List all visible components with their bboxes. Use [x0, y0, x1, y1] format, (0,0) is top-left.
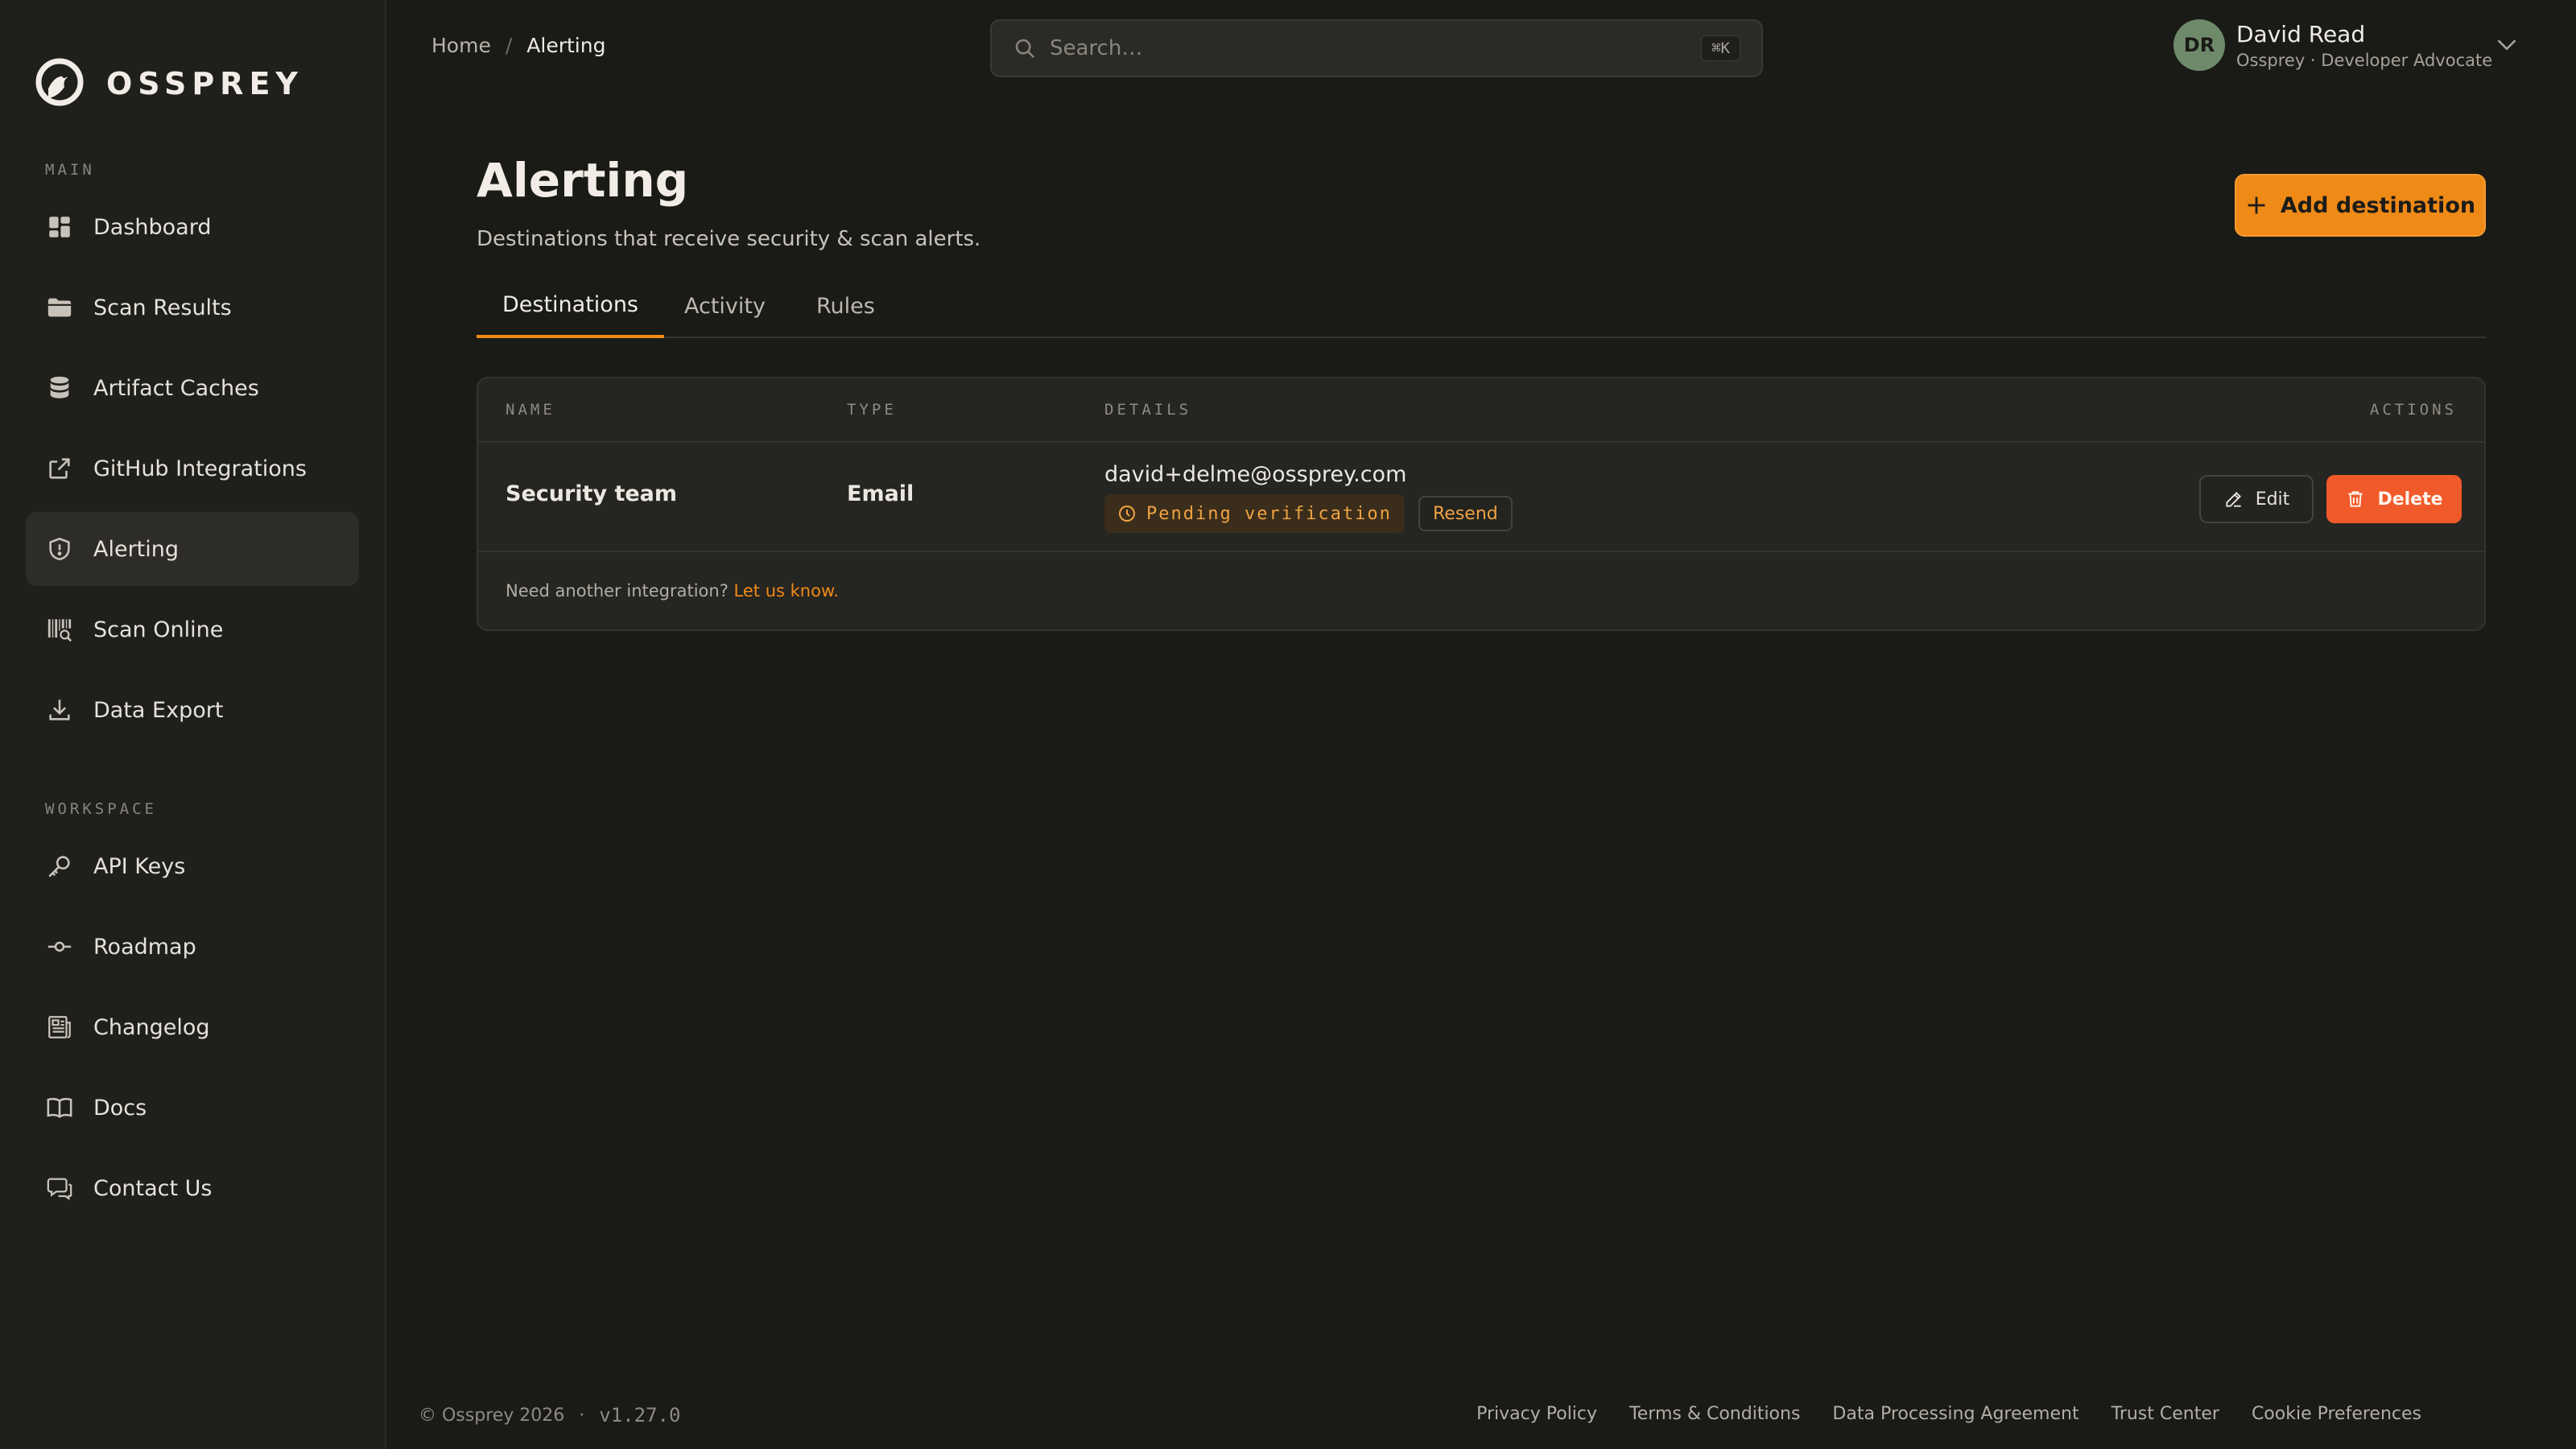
- brand[interactable]: OSSPREY: [32, 56, 303, 111]
- tab-rules[interactable]: Rules: [816, 274, 875, 338]
- footer-link-terms[interactable]: Terms & Conditions: [1629, 1404, 1800, 1424]
- section-label-main: MAIN: [45, 161, 95, 179]
- column-header-details: DETAILS: [1104, 401, 1192, 419]
- sidebar-item-api-keys[interactable]: API Keys: [26, 829, 359, 903]
- column-header-name: NAME: [506, 401, 555, 419]
- shield-icon: [45, 535, 74, 564]
- footer-dot: ·: [579, 1405, 585, 1426]
- footer-link-cookie-preferences[interactable]: Cookie Preferences: [2252, 1404, 2421, 1424]
- user-menu[interactable]: DR David Read Ossprey · Developer Advoca…: [2174, 19, 2516, 71]
- breadcrumb-current: Alerting: [526, 34, 606, 57]
- sidebar-item-changelog[interactable]: Changelog: [26, 990, 359, 1064]
- table-header: NAME TYPE DETAILS ACTIONS: [478, 378, 2484, 443]
- sidebar-item-label: Roadmap: [93, 934, 196, 960]
- sidebar-item-label: Docs: [93, 1095, 147, 1121]
- footer-link-privacy-policy[interactable]: Privacy Policy: [1476, 1404, 1597, 1424]
- external-link-icon: [45, 454, 74, 483]
- add-destination-button[interactable]: Add destination: [2235, 174, 2486, 237]
- sidebar-item-contact-us[interactable]: Contact Us: [26, 1151, 359, 1225]
- breadcrumb: Home / Alerting: [431, 34, 605, 57]
- tab-bar: Destinations Activity Rules: [477, 274, 2486, 338]
- newspaper-icon: [45, 1013, 74, 1042]
- key-icon: [45, 852, 74, 881]
- section-label-workspace: WORKSPACE: [45, 800, 157, 818]
- version-label: v1.27.0: [599, 1404, 681, 1426]
- search-bar[interactable]: ⌘K: [990, 19, 1763, 77]
- column-header-type: TYPE: [847, 401, 897, 419]
- plus-icon: [2248, 196, 2265, 214]
- sidebar-item-dashboard[interactable]: Dashboard: [26, 190, 359, 264]
- edit-button[interactable]: Edit: [2199, 475, 2314, 523]
- page-title: Alerting: [477, 153, 689, 208]
- sidebar-item-label: Alerting: [93, 536, 180, 562]
- brand-name: OSSPREY: [106, 66, 303, 101]
- chat-icon: [45, 1174, 74, 1203]
- clock-icon: [1119, 506, 1135, 522]
- sidebar-item-docs[interactable]: Docs: [26, 1071, 359, 1145]
- sidebar-item-roadmap[interactable]: Roadmap: [26, 910, 359, 984]
- barcode-scan-icon: [45, 615, 74, 644]
- sidebar-item-scan-results[interactable]: Scan Results: [26, 270, 359, 345]
- status-label: Pending verification: [1146, 503, 1392, 524]
- footer-link-trust-center[interactable]: Trust Center: [2112, 1404, 2219, 1424]
- edit-label: Edit: [2255, 489, 2290, 510]
- user-name: David Read: [2236, 20, 2366, 47]
- sidebar-item-label: Scan Online: [93, 617, 224, 642]
- page-subtitle: Destinations that receive security & sca…: [477, 227, 981, 251]
- tab-activity[interactable]: Activity: [684, 274, 766, 338]
- dashboard-icon: [45, 213, 74, 242]
- sidebar-item-label: Artifact Caches: [93, 375, 259, 401]
- table-row: Security team Email david+delme@ossprey.…: [478, 443, 2484, 552]
- folder-icon: [45, 293, 74, 322]
- commit-icon: [45, 932, 74, 961]
- trash-icon: [2348, 491, 2363, 507]
- sidebar-item-label: Data Export: [93, 697, 224, 723]
- database-icon: [45, 374, 74, 402]
- sidebar-item-label: GitHub Integrations: [93, 456, 307, 481]
- footer-link-dpa[interactable]: Data Processing Agreement: [1832, 1404, 2079, 1424]
- delete-button[interactable]: Delete: [2326, 475, 2462, 523]
- add-destination-label: Add destination: [2280, 192, 2476, 218]
- destination-type: Email: [847, 481, 914, 506]
- breadcrumb-separator: /: [505, 34, 513, 57]
- osprey-logo-icon: [35, 58, 84, 106]
- avatar: DR: [2174, 19, 2225, 71]
- book-icon: [45, 1093, 74, 1122]
- copyright: © Ossprey 2026: [419, 1405, 565, 1426]
- sidebar-item-label: Changelog: [93, 1014, 210, 1040]
- pencil-icon: [2226, 492, 2241, 507]
- let-us-know-link[interactable]: Let us know.: [734, 581, 839, 601]
- search-input[interactable]: [1050, 36, 1702, 60]
- search-icon: [1015, 39, 1035, 59]
- breadcrumb-home[interactable]: Home: [431, 34, 491, 57]
- sidebar-item-label: Contact Us: [93, 1175, 213, 1201]
- integration-footnote: Need another integration? Let us know.: [506, 581, 839, 601]
- resend-button[interactable]: Resend: [1418, 496, 1513, 531]
- download-icon: [45, 696, 74, 724]
- sidebar-item-github-integrations[interactable]: GitHub Integrations: [26, 431, 359, 506]
- sidebar-item-data-export[interactable]: Data Export: [26, 673, 359, 747]
- footer-meta: © Ossprey 2026 · v1.27.0: [419, 1404, 680, 1426]
- status-badge: Pending verification: [1104, 494, 1405, 533]
- tab-destinations[interactable]: Destinations: [477, 274, 665, 338]
- destination-name: Security team: [506, 481, 678, 506]
- sidebar-item-label: Dashboard: [93, 214, 212, 240]
- sidebar-item-scan-online[interactable]: Scan Online: [26, 592, 359, 667]
- footnote-text: Need another integration?: [506, 581, 729, 601]
- chevron-down-icon[interactable]: [2496, 37, 2518, 53]
- footer-links: Privacy Policy Terms & Conditions Data P…: [1476, 1404, 2421, 1424]
- sidebar-item-label: API Keys: [93, 853, 186, 879]
- sidebar-item-alerting[interactable]: Alerting: [26, 512, 359, 586]
- destination-detail: david+delme@ossprey.com: [1104, 462, 1407, 487]
- column-header-actions: ACTIONS: [2369, 401, 2457, 419]
- sidebar-item-label: Scan Results: [93, 295, 232, 320]
- sidebar: OSSPREY MAIN Dashboard Scan Results Arti…: [0, 0, 386, 1449]
- user-subtitle: Ossprey · Developer Advocate: [2236, 50, 2493, 70]
- destinations-table: NAME TYPE DETAILS ACTIONS Security team …: [477, 377, 2486, 631]
- search-shortcut-badge: ⌘K: [1701, 35, 1740, 61]
- sidebar-item-artifact-caches[interactable]: Artifact Caches: [26, 351, 359, 425]
- delete-label: Delete: [2377, 489, 2443, 510]
